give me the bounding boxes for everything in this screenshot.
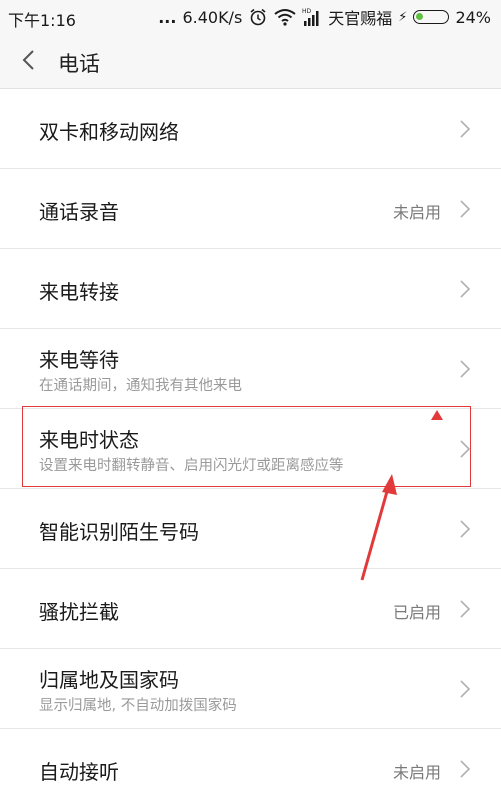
item-label: 双卡和移动网络: [39, 120, 179, 144]
alarm-icon: [248, 7, 268, 27]
chevron-right-icon: [460, 120, 471, 138]
chevron-right-icon: [460, 280, 471, 298]
settings-item-dual-sim[interactable]: 双卡和移动网络: [0, 89, 501, 169]
annotation-highlight-box: [22, 406, 471, 487]
back-arrow-icon[interactable]: [18, 48, 40, 72]
settings-item-call-forwarding[interactable]: 来电转接: [0, 249, 501, 329]
chevron-right-icon: [460, 760, 471, 778]
settings-item-smart-caller-id[interactable]: 智能识别陌生号码: [0, 489, 501, 569]
status-dots: ...: [158, 7, 177, 27]
wifi-icon: [274, 8, 296, 26]
item-label: 来电等待: [39, 348, 119, 372]
network-speed: 6.40K/s: [182, 7, 243, 27]
settings-item-auto-answer[interactable]: 自动接听 未启用: [0, 729, 501, 808]
chevron-right-icon: [460, 600, 471, 618]
item-label: 骚扰拦截: [39, 600, 119, 624]
item-label: 归属地及国家码: [39, 668, 179, 692]
chevron-right-icon: [460, 680, 471, 698]
settings-item-location-country-code[interactable]: 归属地及国家码 显示归属地, 不自动加拨国家码: [0, 649, 501, 729]
battery-icon: [413, 10, 450, 24]
chevron-right-icon: [460, 520, 471, 538]
settings-item-call-waiting[interactable]: 来电等待 在通话期间，通知我有其他来电: [0, 329, 501, 409]
item-label: 通话录音: [39, 200, 119, 224]
svg-text:HD: HD: [302, 8, 312, 15]
item-subtitle: 显示归属地, 不自动加拨国家码: [39, 698, 237, 714]
item-label: 来电转接: [39, 280, 119, 304]
item-value: 未启用: [392, 203, 441, 222]
status-icons: ... 6.40K/s HD 天官赐福 ⚡ 24%: [158, 5, 491, 29]
chevron-right-icon: [460, 200, 471, 218]
title-bar: 电话: [0, 34, 501, 89]
battery-percent: 24%: [455, 7, 491, 27]
chevron-right-icon: [460, 360, 471, 378]
charging-icon: ⚡: [398, 9, 408, 25]
item-label: 自动接听: [39, 760, 119, 784]
settings-item-call-recording[interactable]: 通话录音 未启用: [0, 169, 501, 249]
battery-fill: [416, 13, 424, 20]
item-value: 未启用: [392, 763, 441, 782]
settings-item-spam-blocking[interactable]: 骚扰拦截 已启用: [0, 569, 501, 649]
item-subtitle: 在通话期间，通知我有其他来电: [39, 378, 242, 394]
annotation-triangle-icon: [431, 410, 443, 420]
hd-signal-icon: HD: [302, 7, 322, 27]
page-title: 电话: [58, 52, 100, 76]
status-time: 下午1:16: [8, 11, 76, 30]
item-value: 已启用: [392, 603, 441, 622]
carrier-name: 天官赐福: [328, 9, 393, 28]
item-label: 智能识别陌生号码: [39, 520, 199, 544]
status-bar: 下午1:16 ... 6.40K/s HD 天官赐福 ⚡ 24%: [0, 0, 501, 34]
